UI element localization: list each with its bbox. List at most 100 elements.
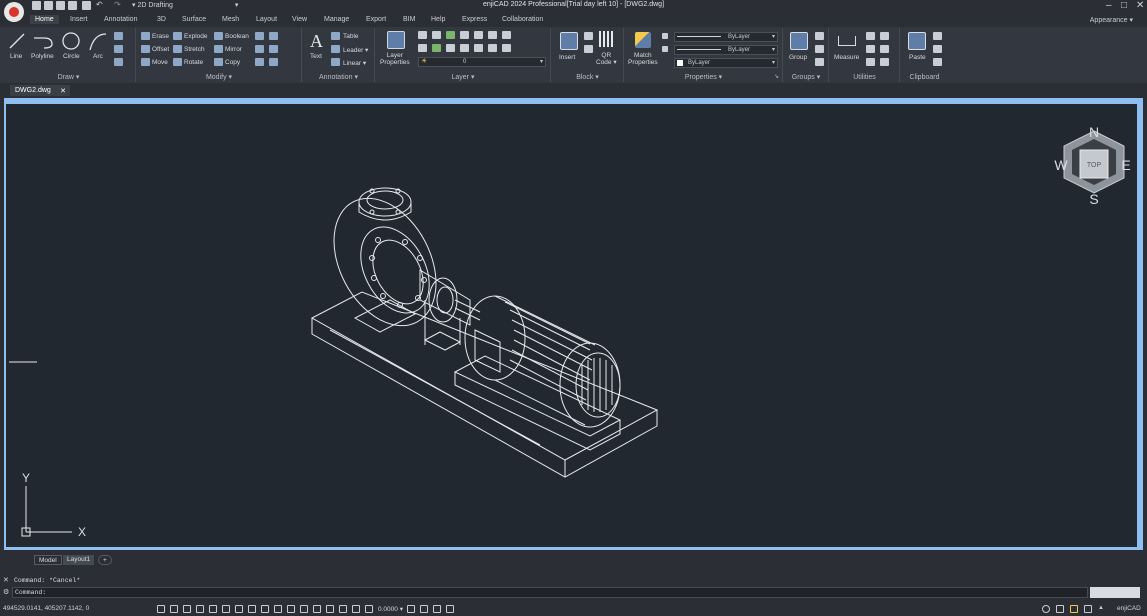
measure-button[interactable]: Measure [834,54,859,61]
scale-icon[interactable] [269,45,278,53]
group-edit-icon[interactable] [815,45,824,53]
grid-icon[interactable] [157,605,165,613]
calculator-icon[interactable] [866,45,875,53]
copy-button[interactable]: Copy [225,59,240,66]
match-properties-button[interactable]: Match Properties [628,52,658,66]
compass-e[interactable]: E [1121,157,1130,173]
linear-button[interactable]: Linear ▾ [343,59,366,67]
command-input[interactable]: Command: [12,587,1088,598]
create-block-icon[interactable] [584,32,593,40]
lineweight-toggle-icon[interactable] [261,605,269,613]
viewcube-top-label[interactable]: TOP [1087,162,1102,169]
break-icon[interactable] [255,58,264,66]
paste-button[interactable]: Paste [909,54,926,61]
ortho-icon[interactable] [183,605,191,613]
tab-manage[interactable]: Manage [324,16,349,23]
dynamic-input-icon[interactable] [248,605,256,613]
rotate-button[interactable]: Rotate [184,59,203,66]
tab-surface[interactable]: Surface [182,16,206,23]
polyline-button[interactable]: Polyline [31,53,54,60]
boolean-button[interactable]: Boolean [225,33,249,40]
move-button[interactable]: Move [152,59,168,66]
lightbulb-status-icon[interactable] [1070,605,1078,613]
layer-tool-10-icon[interactable] [446,44,455,52]
add-layout-button[interactable]: + [98,555,112,565]
lock-icon[interactable] [352,605,360,613]
command-scroll[interactable] [1090,587,1140,598]
offset-button[interactable]: Offset [152,46,169,53]
app-mode-label[interactable]: ▲ [1098,605,1104,611]
layer-tool-4-icon[interactable] [460,31,469,39]
status-menu-icon[interactable] [446,605,454,613]
tab-export[interactable]: Export [366,16,386,23]
edit-block-icon[interactable] [584,45,593,53]
notification-icon[interactable] [1084,605,1092,613]
layer-tool-2-icon[interactable] [432,31,441,39]
tab-layout1[interactable]: Layout1 [63,555,95,565]
explode-button[interactable]: Explode [184,33,208,40]
layer-tool-8-icon[interactable] [418,44,427,52]
circle-button[interactable]: Circle [63,53,80,60]
document-tab[interactable]: DWG2.dwg ✕ [10,85,70,96]
utility-2-icon[interactable] [880,32,889,40]
tab-bim[interactable]: BIM [403,16,415,23]
tab-mesh[interactable]: Mesh [222,16,239,23]
layer-tool-11-icon[interactable] [460,44,469,52]
table-button[interactable]: Table [343,33,359,40]
stretch-button[interactable]: Stretch [184,46,205,53]
layer-tool-5-icon[interactable] [474,31,483,39]
tab-view[interactable]: View [292,16,307,23]
tab-3d[interactable]: 3D [157,16,166,23]
tab-annotation[interactable]: Annotation [104,16,137,23]
drawing-canvas[interactable]: Y X TOP N S E W [6,104,1137,547]
text-button[interactable]: Text [310,53,322,60]
maximize-button[interactable]: □ [1121,0,1127,11]
trim-icon[interactable] [269,32,278,40]
layer-tool-1-icon[interactable] [418,31,427,39]
group-button[interactable]: Group [789,54,807,61]
osnap-icon[interactable] [209,605,217,613]
app-logo-icon[interactable] [4,2,24,22]
tab-model[interactable]: Model [34,555,62,565]
layer-properties-button[interactable]: Layer Properties [380,52,410,66]
compass-s[interactable]: S [1089,191,1098,207]
annotation-monitor-icon[interactable] [313,605,321,613]
layer-tool-12-icon[interactable] [474,44,483,52]
group-select-icon[interactable] [815,58,824,66]
layer-tool-6-icon[interactable] [488,31,497,39]
workspace-gear-icon[interactable] [1042,605,1050,613]
dialog-launcher-icon[interactable]: ↘ [774,73,779,80]
tab-collaboration[interactable]: Collaboration [502,16,543,23]
snap-icon[interactable] [170,605,178,613]
array-icon[interactable] [255,32,264,40]
tab-layout[interactable]: Layout [256,16,277,23]
polar-icon[interactable] [196,605,204,613]
erase-button[interactable]: Erase [152,33,169,40]
dynamic-ucs-icon[interactable] [235,605,243,613]
qr-code-button[interactable]: QR Code ▾ [596,52,617,66]
units-icon[interactable] [326,605,334,613]
hatch-icon[interactable] [114,32,123,40]
layer-tool-7-icon[interactable] [502,31,511,39]
rectangle-icon[interactable] [114,58,123,66]
leader-button[interactable]: Leader ▾ [343,46,368,54]
lineweight-select[interactable]: ByLayer ▾ [674,58,778,68]
compass-w[interactable]: W [1054,157,1068,173]
compass-n[interactable]: N [1089,124,1099,140]
selection-cycle-icon[interactable] [287,605,295,613]
copy-clip-icon[interactable] [933,32,942,40]
layer-tool-14-icon[interactable] [502,44,511,52]
close-tab-icon[interactable]: ✕ [60,87,66,95]
minimize-button[interactable]: – [1106,0,1112,11]
linetype-select[interactable]: ByLayer ▾ [674,45,778,55]
scale-readout[interactable]: 0.0000 ▾ [378,605,403,613]
layer-tool-9-icon[interactable] [432,44,441,52]
mirror-button[interactable]: Mirror [225,46,242,53]
tab-home[interactable]: Home [30,15,59,24]
isolate-icon[interactable] [365,605,373,613]
utility-1-icon[interactable] [866,32,875,40]
otrack-icon[interactable] [222,605,230,613]
appearance-menu[interactable]: Appearance ▾ [1090,16,1133,24]
layer-tool-3-icon[interactable] [446,31,455,39]
cut-icon[interactable] [933,45,942,53]
